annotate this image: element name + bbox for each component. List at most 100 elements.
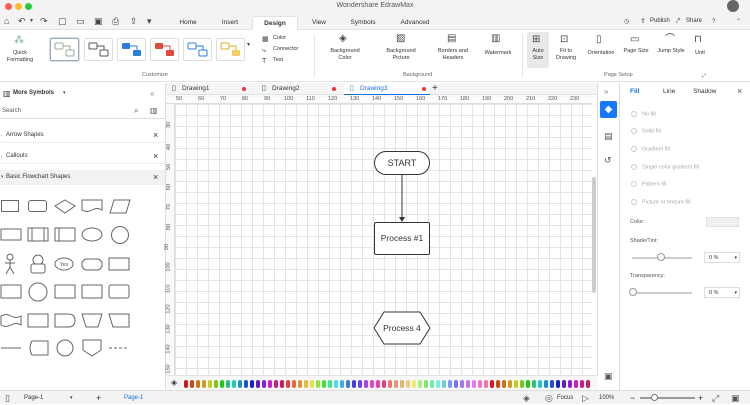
shape-delay[interactable] [54,313,76,328]
color-swatch[interactable] [184,380,188,388]
fill-style-icon[interactable]: ◆ [600,101,617,118]
scrollbar-thumb[interactable] [592,177,596,293]
shape-database[interactable] [81,257,103,272]
shape-stored-data[interactable] [108,255,130,273]
color-swatch[interactable] [550,380,554,388]
color-swatch[interactable] [430,380,434,388]
fit-page-icon[interactable]: ⤢ [712,393,719,403]
search-input[interactable]: Search [2,108,21,114]
watermark-icon[interactable]: ▥ [491,34,500,44]
orientation-icon[interactable]: ▯ [596,35,602,45]
color-swatch[interactable] [574,380,578,388]
quick-formatting-button[interactable]: Quick Formatting [2,50,38,64]
library-manager-icon[interactable]: ▥ [150,106,158,115]
background-color-button[interactable]: Background Color [325,48,365,62]
theme-thumb-1[interactable] [50,38,79,61]
color-swatch[interactable] [286,380,290,388]
color-swatch[interactable] [274,380,278,388]
theme-thumb-4[interactable] [150,38,179,61]
color-swatch[interactable] [586,380,590,388]
color-swatch[interactable] [502,380,506,388]
category-callouts[interactable]: › Callouts × [0,149,165,164]
export-icon[interactable]: ⇪ [130,16,138,26]
color-swatch[interactable] [400,380,404,388]
jump-style-button[interactable]: Jump Style [656,48,686,55]
connector-icon[interactable]: ⤷ [262,46,266,56]
print-icon[interactable]: ⎙ [112,16,119,26]
fill-option-pattern[interactable]: Pattern fill [631,181,666,188]
shade-slider-handle[interactable] [657,253,665,261]
color-swatch[interactable] [460,380,464,388]
layers-icon[interactable]: ◈ [523,393,530,403]
close-icon[interactable]: × [153,149,158,164]
share-icon[interactable]: ⤤ [676,17,680,27]
color-swatch[interactable] [202,380,206,388]
color-swatch[interactable] [340,380,344,388]
shape-process[interactable] [1,200,19,212]
background-color-icon[interactable]: ◈ [339,34,347,44]
fill-option-picture[interactable]: Picture or texture fill [631,199,691,206]
publish-button[interactable]: Publish [650,18,670,24]
shape-manual-operation[interactable] [28,254,48,274]
color-swatch[interactable] [490,380,494,388]
fit-to-drawing-icon[interactable]: ⊡ [560,35,568,45]
shape-annotation[interactable] [0,341,22,356]
flowchart-start[interactable]: START [374,151,430,175]
theme-thumb-6[interactable] [216,38,245,61]
shape-internal-storage[interactable] [27,227,49,242]
close-panel-icon[interactable]: × [737,86,742,96]
shape-wave[interactable] [0,313,22,328]
close-icon[interactable]: × [153,128,158,143]
color-swatches[interactable] [184,380,594,388]
background-picture-icon[interactable]: ▨ [396,34,405,44]
tab-shadow[interactable]: Shadow [693,88,717,95]
page-layout-icon[interactable]: ▯ [5,393,10,403]
page-properties-icon[interactable]: ▤ [604,131,613,141]
new-file-icon[interactable]: ▢ [58,16,67,26]
color-swatch[interactable] [304,380,308,388]
tab-line[interactable]: Line [663,88,675,95]
background-picture-button[interactable]: Background Picture [380,48,422,62]
fill-option-solid[interactable]: Solid fill [631,128,661,135]
fill-bucket-icon[interactable]: ◈ [171,378,177,387]
shape-document[interactable] [81,199,103,214]
fullscreen-icon[interactable]: ▣ [731,393,740,403]
color-button[interactable]: Color [273,35,286,42]
shape-summing-junction[interactable] [56,339,74,357]
color-swatch[interactable] [496,380,500,388]
color-swatch[interactable] [544,380,548,388]
color-swatch[interactable] [352,380,356,388]
color-swatch[interactable] [238,380,242,388]
redo-icon[interactable]: ↷ [40,16,48,26]
color-swatch[interactable] [580,380,584,388]
play-icon[interactable]: ▷ [582,393,589,403]
close-icon[interactable]: × [153,170,158,185]
color-swatch[interactable] [322,380,326,388]
transparency-value-input[interactable]: 0 % ▾ [704,287,740,298]
color-swatch[interactable] [382,380,386,388]
shape-preparation[interactable] [108,313,130,328]
tab-home[interactable]: Home [170,16,206,30]
history-icon[interactable]: ◷ [624,17,629,27]
fill-option-gradient[interactable]: Gradient fill [631,146,670,153]
color-swatch[interactable] [196,380,200,388]
chevron-down-icon[interactable]: ▾ [30,16,33,26]
shape-decision[interactable] [54,199,76,214]
theme-thumb-2[interactable] [84,38,113,61]
doc-tab-drawing2[interactable]: Drawing2 [272,83,299,95]
shape-manual-trapezoid[interactable] [81,313,103,328]
category-arrow-shapes[interactable]: › Arrow Shapes × [0,128,165,143]
theme-thumb-5[interactable] [183,38,212,61]
shape-alternate-process[interactable] [28,200,47,212]
open-folder-icon[interactable]: ▭ [76,16,85,26]
color-swatch[interactable] [328,380,332,388]
color-swatch[interactable] [298,380,302,388]
transparency-slider[interactable] [632,292,692,294]
text-icon[interactable]: T [262,57,266,67]
unit-button[interactable]: Unit [688,50,712,57]
borders-headers-icon[interactable]: ▤ [447,34,456,44]
shape-terminator[interactable] [81,227,103,242]
color-swatch[interactable] [226,380,230,388]
fullscreen-icon[interactable]: ▣ [604,371,613,381]
shape-paper-tape[interactable] [108,284,130,299]
